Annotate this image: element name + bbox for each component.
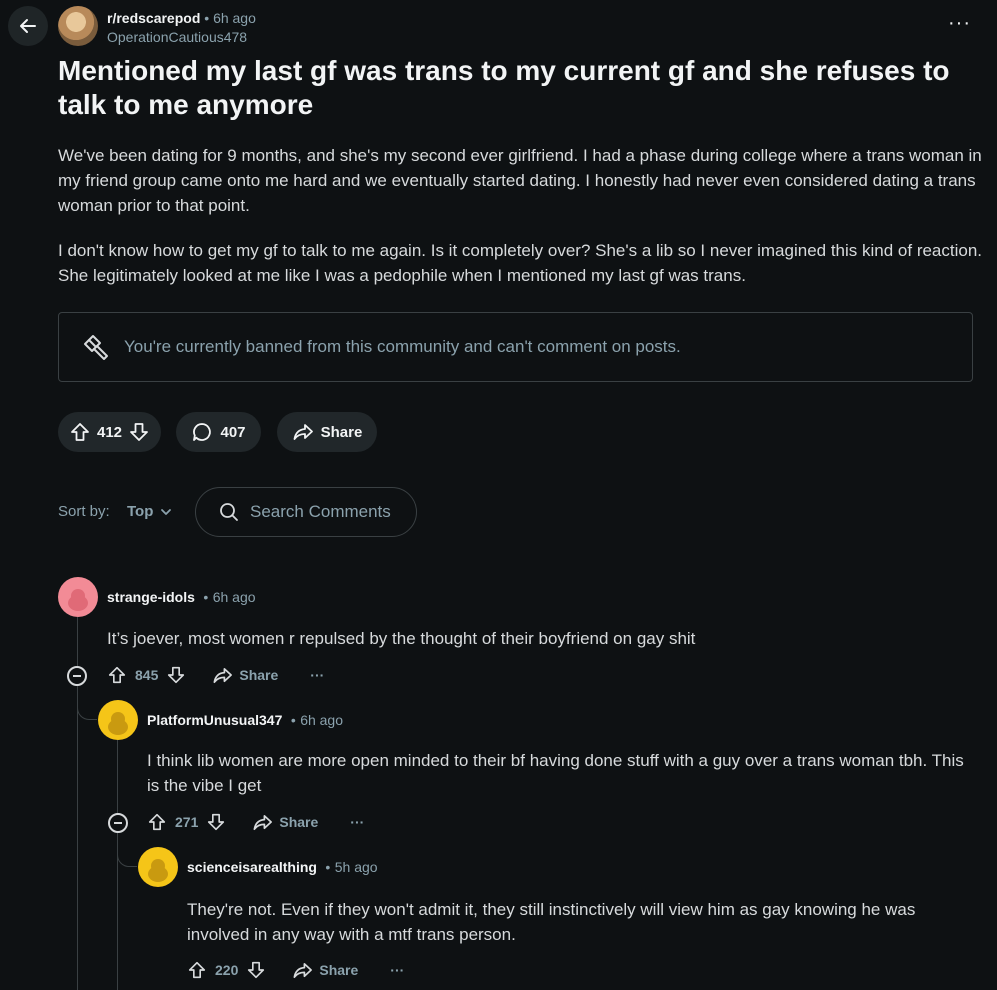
ban-notice-text: You're currently banned from this commun… xyxy=(124,337,681,356)
hammer-icon xyxy=(84,335,108,360)
magnifier-icon xyxy=(220,503,238,521)
meta-separator: • xyxy=(290,712,296,728)
back-button[interactable] xyxy=(8,6,48,46)
thread-line xyxy=(77,686,78,990)
comment-actions: 271 Share ··· xyxy=(147,811,364,833)
minus-circle-icon xyxy=(73,675,81,677)
share-label: Share xyxy=(239,667,279,683)
comment-more-button[interactable]: ··· xyxy=(310,667,324,683)
share-arrow-icon xyxy=(293,424,313,440)
subreddit-avatar[interactable] xyxy=(58,6,98,46)
share-label: Share xyxy=(320,423,363,441)
avatar[interactable] xyxy=(138,847,178,887)
collapse-button[interactable] xyxy=(108,813,128,833)
speech-bubble-icon xyxy=(193,423,212,441)
collapse-button[interactable] xyxy=(67,666,87,686)
arrow-up-icon[interactable] xyxy=(187,959,207,981)
comment-author[interactable]: strange-idols xyxy=(107,589,195,605)
search-placeholder: Search Comments xyxy=(250,502,391,521)
comment-vote-count: 220 xyxy=(215,962,239,978)
snoo-icon xyxy=(68,589,88,611)
thread-connector xyxy=(77,690,97,720)
comment-author[interactable]: scienceisarealthing xyxy=(187,859,317,875)
share-label: Share xyxy=(279,814,319,830)
post-more-button[interactable]: ··· xyxy=(948,12,971,35)
meta-separator: • xyxy=(204,10,210,26)
ban-notice: You're currently banned from this commun… xyxy=(58,312,973,382)
comment-meta: scienceisarealthing • 5h ago xyxy=(187,859,378,877)
comment-share-button[interactable]: Share xyxy=(252,812,318,833)
thread-line xyxy=(77,617,78,667)
sort-dropdown[interactable]: Top xyxy=(127,503,173,520)
arrow-down-icon[interactable] xyxy=(206,811,226,833)
post-author[interactable]: OperationCautious478 xyxy=(107,29,247,45)
comment-text: I think lib women are more open minded t… xyxy=(147,751,964,795)
arrow-down-icon[interactable] xyxy=(166,664,186,686)
arrow-down-icon[interactable] xyxy=(246,959,266,981)
comment-meta: PlatformUnusual347 • 6h ago xyxy=(147,712,343,730)
sort-value: Top xyxy=(127,503,154,520)
comments-button[interactable]: 407 xyxy=(176,412,261,452)
chevron-down-icon xyxy=(161,508,172,515)
comment-actions: 845 Share ··· xyxy=(107,664,324,686)
thread-line xyxy=(117,740,118,813)
comment-more-button[interactable]: ··· xyxy=(390,962,404,978)
comment-text: They're not. Even if they won't admit it… xyxy=(187,900,916,944)
arrow-left-icon xyxy=(20,19,36,33)
subreddit-link[interactable]: r/redscarepod xyxy=(107,10,200,26)
share-button[interactable]: Share xyxy=(277,412,377,452)
post-time: 6h ago xyxy=(213,10,256,26)
meta-separator: • xyxy=(325,859,331,875)
comment-time: 5h ago xyxy=(334,859,378,875)
thread-connector xyxy=(117,837,137,867)
post-paragraph: We've been dating for 9 months, and she'… xyxy=(58,146,982,215)
comment-time: 6h ago xyxy=(212,589,256,605)
comment-share-button[interactable]: Share xyxy=(292,960,358,981)
share-arrow-icon xyxy=(293,962,313,978)
post-vote-count: 412 xyxy=(96,423,123,441)
meta-separator: • xyxy=(203,589,209,605)
sort-label: Sort by: xyxy=(58,503,110,520)
comment-meta: strange-idols • 6h ago xyxy=(107,589,256,607)
post-paragraph: I don't know how to get my gf to talk to… xyxy=(58,241,983,285)
arrow-up-icon[interactable] xyxy=(107,664,127,686)
comment-actions: 220 Share ··· xyxy=(187,959,404,981)
snoo-icon xyxy=(148,859,168,882)
post-title: Mentioned my last gf was trans to my cur… xyxy=(58,55,950,120)
arrow-up-icon[interactable] xyxy=(69,421,91,443)
comment-time: 6h ago xyxy=(300,712,344,728)
snoo-icon xyxy=(108,712,128,735)
comment-text: It’s joever, most women r repulsed by th… xyxy=(107,629,696,648)
comment-count: 407 xyxy=(220,423,246,441)
comment-vote-count: 271 xyxy=(175,814,199,830)
comment-more-button[interactable]: ··· xyxy=(350,814,364,830)
comment-share-button[interactable]: Share xyxy=(212,665,278,686)
avatar[interactable] xyxy=(98,700,138,740)
minus-circle-icon xyxy=(114,822,122,824)
post-meta: r/redscarepod • 6h ago xyxy=(107,10,256,26)
search-comments-input[interactable]: Search Comments xyxy=(195,487,417,537)
avatar[interactable] xyxy=(58,577,98,617)
share-label: Share xyxy=(319,962,359,978)
share-arrow-icon xyxy=(213,667,233,683)
comment-author[interactable]: PlatformUnusual347 xyxy=(147,712,282,728)
arrow-up-icon[interactable] xyxy=(147,811,167,833)
comment-vote-count: 845 xyxy=(135,667,159,683)
arrow-down-icon[interactable] xyxy=(128,421,150,443)
vote-control: 412 xyxy=(58,412,161,452)
share-arrow-icon xyxy=(253,814,273,830)
